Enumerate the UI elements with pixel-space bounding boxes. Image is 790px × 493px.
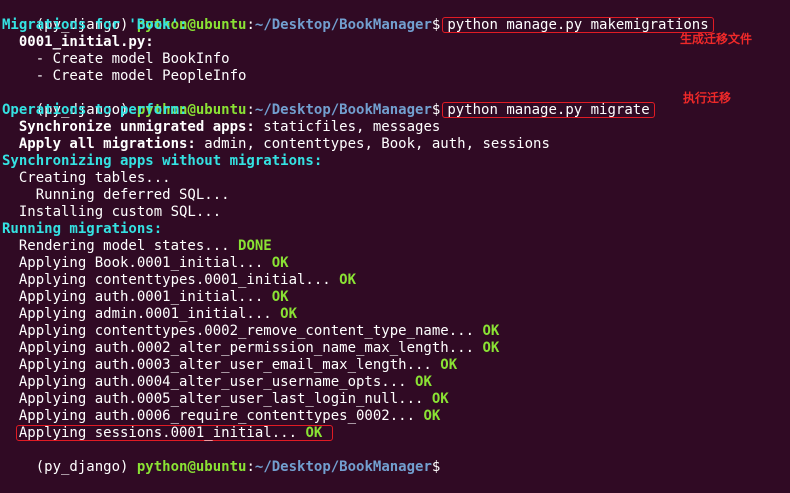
status-line: Running deferred SQL... bbox=[2, 187, 230, 203]
applying-text: Applying admin.0001_initial... bbox=[2, 306, 281, 322]
rendering-line: Rendering model states... DONE bbox=[2, 238, 788, 255]
ok-status: OK bbox=[339, 272, 357, 288]
applying-text: Applying contenttypes.0001_initial... bbox=[2, 272, 340, 288]
applying-line: Applying Book.0001_initial... OK bbox=[2, 255, 788, 272]
ok-status: OK bbox=[280, 306, 298, 322]
ok-status: OK bbox=[415, 374, 432, 390]
rendering-text: Rendering model states... bbox=[2, 238, 239, 254]
prompt-line[interactable]: (py_django) python@ubuntu:~/Desktop/Book… bbox=[2, 442, 788, 475]
applying-line: Applying contenttypes.0001_initial... OK bbox=[2, 272, 788, 289]
ok-status: OK bbox=[271, 289, 289, 305]
applying-text: Applying auth.0002_alter_permission_name… bbox=[2, 340, 483, 356]
applying-line: Applying auth.0006_require_contenttypes_… bbox=[2, 408, 788, 425]
prompt-colon: : bbox=[246, 459, 255, 475]
terminal-window[interactable]: (py_django) python@ubuntu:~/Desktop/Book… bbox=[2, 0, 788, 475]
applying-text: Applying contenttypes.0002_remove_conten… bbox=[2, 323, 483, 339]
sync-apps-line: Synchronize unmigrated apps: staticfiles… bbox=[2, 119, 788, 136]
ok-status: OK bbox=[305, 425, 323, 441]
ok-status: OK bbox=[431, 391, 449, 407]
sync-apps-label: Synchronize unmigrated apps: bbox=[2, 119, 255, 135]
ok-status: OK bbox=[423, 408, 441, 424]
applying-text: Applying auth.0003_alter_user_email_max_… bbox=[2, 357, 441, 373]
ok-status: OK bbox=[440, 357, 458, 373]
applying-line-highlighted: Applying sessions.0001_initial... OK bbox=[2, 425, 788, 442]
applying-line: Applying auth.0005_alter_user_last_login… bbox=[2, 391, 788, 408]
prompt-line: (py_django) python@ubuntu:~/Desktop/Book… bbox=[2, 85, 788, 118]
applying-text: Applying Book.0001_initial... bbox=[2, 255, 272, 271]
highlight-box: Applying sessions.0001_initial... OK bbox=[15, 425, 334, 441]
prompt-env: (py_django) bbox=[35, 459, 137, 475]
applying-line: Applying auth.0003_alter_user_email_max_… bbox=[2, 357, 788, 374]
ok-status: OK bbox=[271, 255, 289, 271]
applying-text: Applying sessions.0001_initial... bbox=[18, 425, 306, 441]
migration-file: 0001_initial.py: bbox=[2, 34, 154, 50]
annotation-migrate: 执行迁移 bbox=[683, 91, 732, 105]
applying-text: Applying auth.0004_alter_user_username_o… bbox=[2, 374, 416, 390]
apply-migrations-value: admin, contenttypes, Book, auth, session… bbox=[195, 136, 550, 152]
prompt-symbol: $ bbox=[431, 459, 441, 475]
status-line: Creating tables... bbox=[2, 170, 171, 186]
ok-status: OK bbox=[482, 323, 500, 339]
applying-text: Applying auth.0001_initial... bbox=[2, 289, 272, 305]
prompt-user-host: python@ubuntu bbox=[136, 459, 247, 475]
applying-line: Applying auth.0001_initial... OK bbox=[2, 289, 788, 306]
prompt-line: (py_django) python@ubuntu:~/Desktop/Book… bbox=[2, 0, 788, 33]
migration-item: - Create model BookInfo bbox=[2, 51, 230, 67]
status-line: Installing custom SQL... bbox=[2, 204, 222, 220]
applying-line: Applying admin.0001_initial... OK bbox=[2, 306, 788, 323]
apply-migrations-label: Apply all migrations: bbox=[2, 136, 196, 152]
prompt-path: ~/Desktop/BookManager bbox=[254, 459, 432, 475]
applying-line: Applying auth.0002_alter_permission_name… bbox=[2, 340, 788, 357]
migration-item: - Create model PeopleInfo bbox=[2, 68, 247, 84]
synchronizing-header: Synchronizing apps without migrations: bbox=[2, 153, 323, 169]
applying-line: Applying auth.0004_alter_user_username_o… bbox=[2, 374, 788, 391]
operations-header: Operations to perform: bbox=[2, 102, 188, 118]
migrations-header: Migrations for 'Book': bbox=[2, 17, 188, 33]
sync-apps-value: staticfiles, messages bbox=[254, 119, 441, 135]
running-migrations-header: Running migrations: bbox=[2, 221, 163, 237]
annotation-makemigrations: 生成迁移文件 bbox=[680, 32, 753, 46]
ok-status: OK bbox=[482, 340, 500, 356]
applying-text: Applying auth.0005_alter_user_last_login… bbox=[2, 391, 432, 407]
done-status: DONE bbox=[238, 238, 272, 254]
applying-text: Applying auth.0006_require_contenttypes_… bbox=[2, 408, 424, 424]
applying-line: Applying contenttypes.0002_remove_conten… bbox=[2, 323, 788, 340]
apply-migrations-line: Apply all migrations: admin, contenttype… bbox=[2, 136, 788, 153]
